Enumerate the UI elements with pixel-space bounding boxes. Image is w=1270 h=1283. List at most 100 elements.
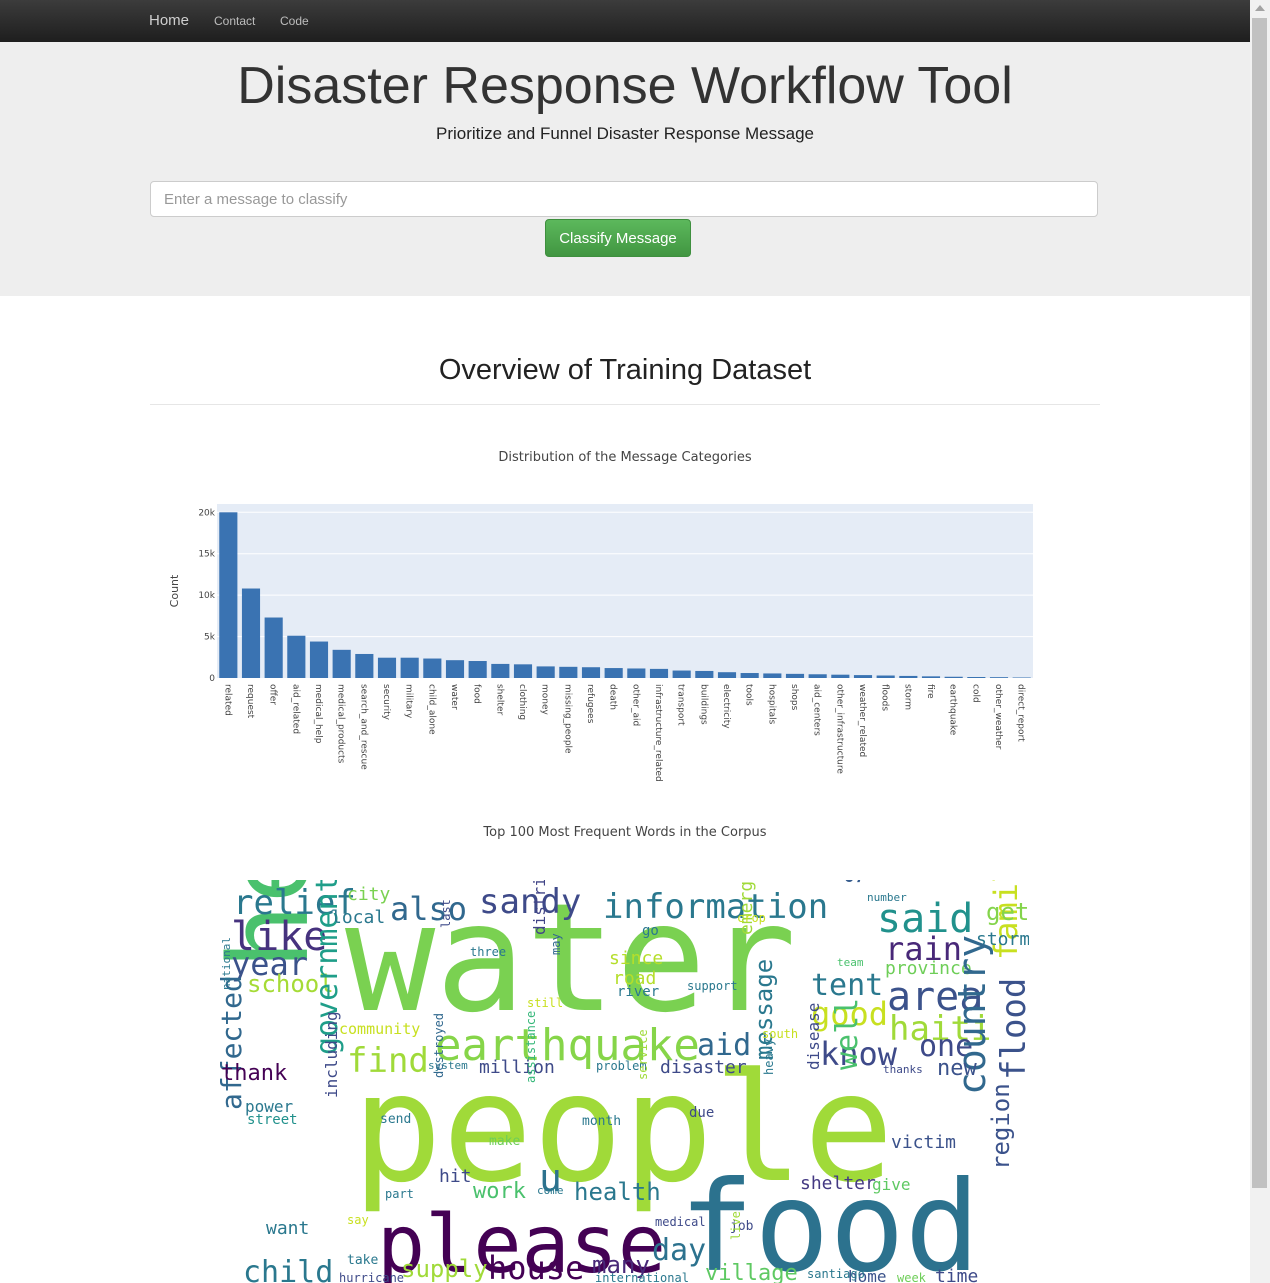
cloud-word-take: take (347, 1253, 378, 1268)
wordcloud-title: Top 100 Most Frequent Words in the Corpu… (483, 825, 767, 840)
bar-child_alone (423, 658, 442, 678)
cloud-word-medical: medical (655, 1215, 706, 1229)
bar-offer (264, 617, 283, 678)
x-tick-label: cold (970, 684, 980, 703)
y-tick-label: 0 (209, 674, 215, 684)
x-tick-label: medical_help (313, 684, 323, 744)
cloud-word-part: part (385, 1187, 414, 1201)
cloud-word-may: may (549, 933, 563, 955)
y-tick-label: 5k (204, 633, 216, 643)
x-tick-label: floods (880, 684, 890, 711)
cloud-word-flood: flood (994, 978, 1029, 1080)
bar-weather_related (853, 675, 873, 678)
bar-infrastructure_related (649, 668, 669, 678)
message-input[interactable] (150, 181, 1098, 217)
cloud-word-come: come (537, 1184, 564, 1197)
x-tick-label: tools (744, 684, 754, 706)
cloud-word-get: get (986, 898, 1029, 926)
cloud-word-including: including (322, 1011, 341, 1098)
bar-security (377, 657, 397, 678)
cloud-word-want: want (266, 1218, 309, 1239)
x-tick-label: offer (268, 684, 278, 705)
cloud-word-community: community (339, 1020, 420, 1038)
nav-contact-link[interactable]: Contact (214, 14, 255, 28)
bar-money (536, 666, 555, 678)
x-tick-label: direct_report (1016, 684, 1026, 742)
cloud-word-santiago: santiago (807, 1267, 865, 1281)
cloud-word-say: say (347, 1213, 369, 1227)
nav-home-link[interactable]: Home (149, 12, 189, 29)
cloud-word-also: also (390, 890, 467, 928)
bar-hospitals (763, 673, 782, 678)
cloud-word-local: local (331, 907, 385, 928)
x-tick-label: other_aid (630, 684, 640, 726)
bar-shelter (491, 663, 510, 678)
cloud-word-service: service (636, 1029, 650, 1080)
bar-buildings (695, 670, 714, 678)
cloud-word-hurricane: hurricane (339, 1271, 404, 1283)
cloud-word-destroyed: destroyed (432, 1013, 446, 1078)
wordcloud-image: waterpeoplehelpfoodpleaseearthquakeinfor… (217, 880, 1029, 1283)
x-tick-label: transport (676, 684, 686, 726)
bar-clothing (513, 664, 533, 678)
cloud-word-time: time (935, 1266, 978, 1283)
navbar: Home Contact Code (0, 0, 1250, 43)
cloud-word-health: health (574, 1178, 661, 1206)
x-tick-label: other_weather (993, 684, 1003, 750)
x-tick-label: fire (925, 684, 935, 699)
x-tick-label: shops (789, 684, 799, 711)
cloud-word-make: make (489, 1134, 520, 1149)
cloud-word-thank: thank (221, 1061, 287, 1086)
cloud-word-live: live (729, 1211, 743, 1240)
bar-medical_products (332, 649, 351, 678)
bar-death (604, 668, 623, 678)
bar-earthquake (944, 676, 963, 678)
cloud-word-thanks: thanks (883, 1063, 923, 1076)
bar-shops (785, 673, 805, 678)
cloud-word-assistance: assistance (524, 1011, 538, 1083)
cloud-word-disease: disease (804, 1003, 823, 1070)
x-tick-label: military (404, 684, 414, 719)
bar-refugees (581, 667, 601, 678)
cloud-word-last: last (439, 899, 453, 928)
x-tick-label: storm (902, 684, 912, 710)
bar-electricity (717, 672, 737, 678)
vertical-scrollbar[interactable] (1250, 0, 1270, 1283)
cloud-word-information: information (603, 887, 828, 927)
cloud-word-three: three (470, 945, 506, 959)
scrollbar-thumb[interactable] (1252, 18, 1267, 1188)
cloud-word-support: support (687, 979, 738, 993)
x-tick-label: death (608, 684, 618, 710)
cloud-word-river: river (617, 984, 659, 1000)
cloud-word-crop: crop (737, 911, 766, 925)
x-tick-label: other_infrastructure (834, 684, 844, 774)
scroll-up-arrow-icon[interactable] (1255, 5, 1265, 11)
cloud-word-find: find (347, 1041, 429, 1081)
cloud-word-new: new (937, 1056, 977, 1081)
section-divider (150, 404, 1100, 405)
x-tick-label: water (449, 684, 459, 710)
cloud-word-hit: hit (439, 1166, 472, 1187)
cloud-word-victim: victim (891, 1132, 956, 1153)
classify-message-button[interactable]: Classify Message (545, 219, 691, 257)
bar-missing_people (559, 666, 578, 678)
x-tick-label: search_and_rescue (358, 684, 368, 770)
cloud-word-district: district (530, 880, 549, 935)
section-title: Overview of Training Dataset (438, 354, 812, 386)
cloud-word-national: national (220, 937, 233, 990)
cloud-word-disaster: disaster (660, 1057, 747, 1078)
x-tick-label: clothing (517, 684, 527, 720)
cloud-word-due: due (689, 1105, 714, 1121)
cloud-word-month: month (582, 1114, 621, 1129)
cloud-word-child: child (243, 1255, 333, 1283)
cloud-word-million: million (479, 1057, 555, 1078)
cloud-word-still: still (527, 996, 563, 1010)
bar-fire (921, 676, 941, 678)
nav-code-link[interactable]: Code (280, 14, 309, 28)
cloud-word-go: go (642, 923, 659, 939)
bar-chart-title: Distribution of the Message Categories (498, 450, 752, 465)
cloud-word-state: state (834, 880, 867, 885)
bar-tools (740, 673, 759, 678)
cloud-word-city: city (347, 884, 391, 905)
y-axis-label: Count (168, 574, 181, 607)
